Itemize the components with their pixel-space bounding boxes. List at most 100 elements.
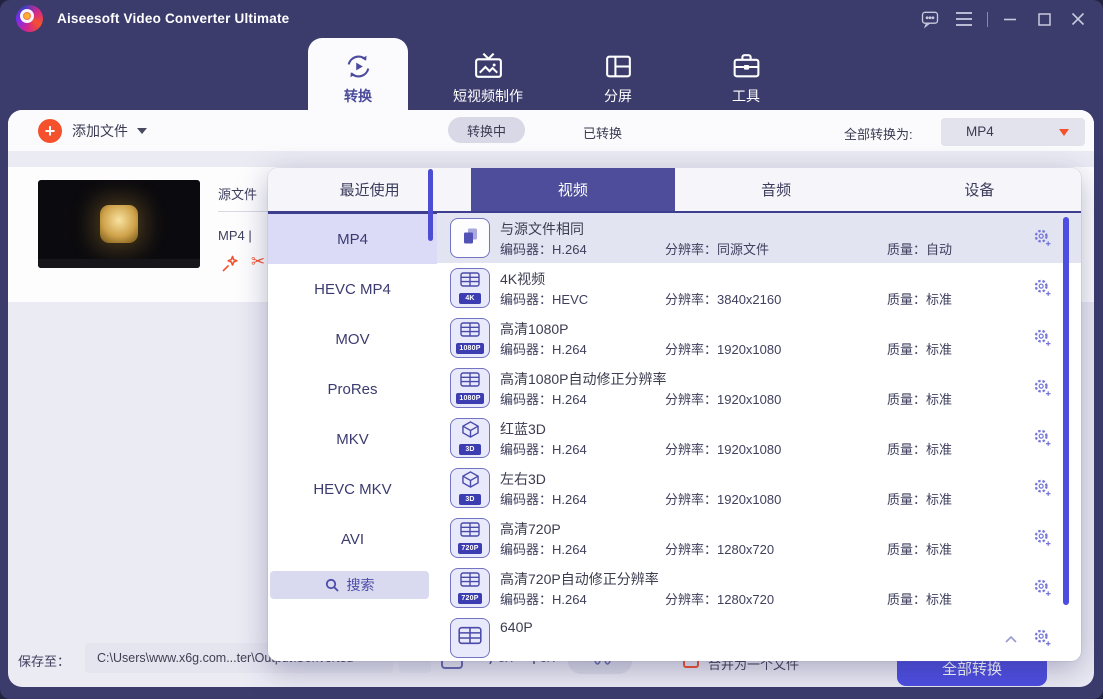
quality-label: 质量： xyxy=(887,542,926,557)
format-badge: 3D xyxy=(459,444,481,455)
maximize-icon[interactable] xyxy=(1027,0,1061,38)
minimize-icon[interactable] xyxy=(993,0,1027,38)
nav-tab-label: 短视频制作 xyxy=(453,86,523,106)
format-panel: 最近使用视频音频设备 MP4HEVC MP4MOVProResMKVHEVC M… xyxy=(268,168,1081,661)
film-icon xyxy=(460,322,480,342)
encoder-value: H.264 xyxy=(552,242,587,257)
format-name: 高清720P自动修正分辨率 xyxy=(500,569,659,589)
window-controls xyxy=(913,0,1095,38)
add-files-label: 添加文件 xyxy=(72,121,128,141)
sidebar-format-item[interactable]: HEVC MKV xyxy=(268,464,437,514)
enhance-wand-icon[interactable] xyxy=(220,254,240,279)
format-row[interactable]: 640P 编码器： 分辨率： 质量： xyxy=(437,613,1081,661)
quality-value: 标准 xyxy=(926,392,952,407)
divider xyxy=(218,211,270,212)
settings-gear-icon[interactable] xyxy=(1033,528,1052,552)
format-name: 左右3D xyxy=(500,469,546,489)
output-format-value: MP4 xyxy=(966,124,994,139)
cut-scissors-icon[interactable]: ✂ xyxy=(251,252,265,272)
format-badge: 1080P xyxy=(456,343,483,354)
status-tab[interactable]: 已转换 xyxy=(583,123,622,142)
search-button[interactable]: 搜索 xyxy=(270,571,429,599)
menu-icon[interactable] xyxy=(947,0,981,38)
sidebar-format-item[interactable]: MP4 xyxy=(268,214,437,264)
format-panel-tab[interactable]: 视频 xyxy=(471,168,674,211)
encoder-label: 编码器： xyxy=(500,492,552,507)
app-title: Aiseesoft Video Converter Ultimate xyxy=(57,11,289,26)
format-panel-tab[interactable]: 最近使用 xyxy=(268,168,471,211)
settings-gear-icon[interactable] xyxy=(1033,228,1052,252)
nav-tab-3[interactable]: 工具 xyxy=(714,38,778,112)
settings-gear-icon[interactable] xyxy=(1033,578,1052,602)
format-row[interactable]: 1080P 高清1080P自动修正分辨率 编码器：H.264 分辨率：1920x… xyxy=(437,363,1081,413)
sidebar-format-item[interactable]: MKV xyxy=(268,414,437,464)
format-row[interactable]: 720P 高清720P自动修正分辨率 编码器：H.264 分辨率：1280x72… xyxy=(437,563,1081,613)
sidebar-format-item[interactable]: ProRes xyxy=(268,364,437,414)
sidebar-format-item[interactable]: HEVC MP4 xyxy=(268,264,437,314)
encoder-value: H.264 xyxy=(552,592,587,607)
sidebar-format-item[interactable]: MOV xyxy=(268,314,437,364)
film-icon xyxy=(460,272,480,292)
quality-label: 质量： xyxy=(887,592,926,607)
close-icon[interactable] xyxy=(1061,0,1095,38)
resolution-label: 分辨率： xyxy=(665,242,717,257)
source-file-label: 源文件 xyxy=(218,184,257,203)
settings-gear-icon[interactable] xyxy=(1033,278,1052,302)
nav-tab-label: 转换 xyxy=(344,86,372,106)
chevron-up-icon xyxy=(1005,630,1017,648)
chevron-down-icon xyxy=(137,128,147,134)
format-name: 高清1080P xyxy=(500,319,568,339)
film-icon xyxy=(460,372,480,392)
quality-label: 质量： xyxy=(887,292,926,307)
format-row[interactable]: 4K 4K视频 编码器：HEVC 分辨率：3840x2160 质量：标准 xyxy=(437,263,1081,313)
status-tab[interactable]: 转换中 xyxy=(448,117,525,143)
resolution-label: 分辨率： xyxy=(665,442,717,457)
quality-label: 质量： xyxy=(887,492,926,507)
format-row[interactable]: 1080P 高清1080P 编码器：H.264 分辨率：1920x1080 质量… xyxy=(437,313,1081,363)
format-row[interactable]: 与源文件相同 编码器：H.264 分辨率：同源文件 质量：自动 xyxy=(437,213,1081,263)
sidebar-scrollbar[interactable] xyxy=(428,169,433,241)
encoder-value: H.264 xyxy=(552,492,587,507)
nav-tab-2[interactable]: 分屏 xyxy=(586,38,650,112)
format-panel-tab[interactable]: 设备 xyxy=(878,168,1081,211)
titlebar: Aiseesoft Video Converter Ultimate xyxy=(0,0,1103,38)
format-badge: 720P xyxy=(458,543,481,554)
quality-value: 标准 xyxy=(926,542,952,557)
format-row[interactable]: 720P 高清720P 编码器：H.264 分辨率：1280x720 质量：标准 xyxy=(437,513,1081,563)
encoder-label: 编码器： xyxy=(500,592,552,607)
format-row[interactable]: 3D 红蓝3D 编码器：H.264 分辨率：1920x1080 质量：标准 xyxy=(437,413,1081,463)
source-format-info: MP4 | xyxy=(218,228,252,243)
output-format-dropdown[interactable]: MP4 xyxy=(941,118,1085,146)
search-label: 搜索 xyxy=(347,575,375,595)
format-name: 4K视频 xyxy=(500,269,545,289)
video-thumbnail xyxy=(38,180,200,268)
resolution-label: 分辨率： xyxy=(665,592,717,607)
resolution-label: 分辨率： xyxy=(665,392,717,407)
list-scrollbar[interactable] xyxy=(1063,217,1069,605)
settings-gear-icon[interactable] xyxy=(1033,378,1052,402)
video-maker-icon xyxy=(472,49,505,83)
settings-gear-icon[interactable] xyxy=(1033,628,1052,652)
settings-gear-icon[interactable] xyxy=(1033,478,1052,502)
quality-value: 标准 xyxy=(926,442,952,457)
encoder-value: H.264 xyxy=(552,392,587,407)
divider xyxy=(981,0,993,38)
resolution-label: 分辨率： xyxy=(665,292,717,307)
resolution-value: 3840x2160 xyxy=(717,292,781,307)
toolbox-icon xyxy=(730,49,763,83)
format-panel-tab[interactable]: 音频 xyxy=(675,168,878,211)
settings-gear-icon[interactable] xyxy=(1033,428,1052,452)
resolution-value: 1920x1080 xyxy=(717,342,781,357)
nav-tab-label: 工具 xyxy=(732,86,760,106)
format-row[interactable]: 3D 左右3D 编码器：H.264 分辨率：1920x1080 质量：标准 xyxy=(437,463,1081,513)
nav-tab-1[interactable]: 短视频制作 xyxy=(428,38,548,112)
add-files-button[interactable]: + 添加文件 xyxy=(38,117,147,145)
cube-icon xyxy=(461,471,480,493)
resolution-label: 分辨率： xyxy=(665,542,717,557)
resolution-value: 1920x1080 xyxy=(717,392,781,407)
feedback-icon[interactable] xyxy=(913,0,947,38)
nav-tab-0[interactable]: 转换 xyxy=(308,38,408,112)
sidebar-format-item[interactable]: AVI xyxy=(268,514,437,564)
video-thumbnail-letterbox xyxy=(38,259,200,268)
settings-gear-icon[interactable] xyxy=(1033,328,1052,352)
